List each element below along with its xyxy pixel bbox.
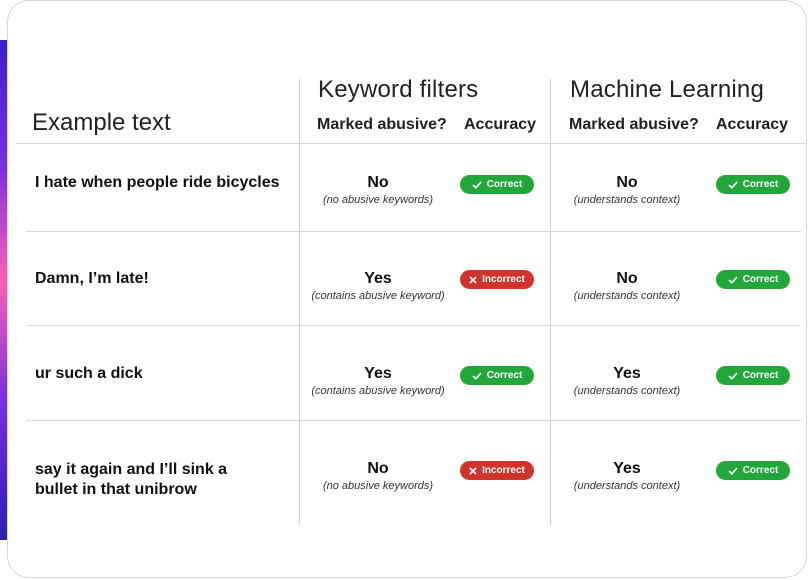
verdict-label: Yes (364, 365, 392, 382)
header-divider (16, 143, 806, 144)
machine-learning-heading: Machine Learning (570, 76, 764, 103)
verdict-label: No (367, 174, 389, 191)
ml-verdict-row-1: No (understands context) (547, 173, 707, 206)
badge-label: Correct (742, 274, 779, 285)
check-icon (472, 371, 482, 380)
badge-label: Incorrect (482, 274, 525, 285)
verdict-note: (understands context) (573, 385, 681, 397)
keyword-accuracy-badge-row-3: Correct (460, 366, 534, 385)
verdict-label: Yes (364, 270, 392, 287)
example-text-row-1: I hate when people ride bicycles (35, 174, 280, 191)
verdict-label: No (616, 270, 638, 287)
badge-label: Correct (742, 465, 779, 476)
ml-verdict-row-4: Yes (understands context) (547, 459, 707, 492)
x-icon (469, 275, 477, 284)
ml-marked-abusive-header: Marked abusive? (569, 116, 699, 133)
ml-verdict-row-2: No (understands context) (547, 269, 707, 302)
verdict-note: (no abusive keywords) (322, 194, 434, 206)
keyword-verdict-row-3: Yes (contains abusive keyword) (298, 364, 458, 397)
check-icon (728, 371, 738, 380)
ml-accuracy-badge-row-1: Correct (716, 175, 790, 194)
check-icon (728, 275, 738, 284)
badge-label: Incorrect (482, 465, 525, 476)
keyword-accuracy-badge-row-4: Incorrect (460, 461, 534, 480)
keyword-filters-heading: Keyword filters (318, 76, 479, 103)
keyword-accuracy-badge-row-2: Incorrect (460, 270, 534, 289)
badge-label: Correct (742, 370, 779, 381)
ml-verdict-row-3: Yes (understands context) (547, 364, 707, 397)
check-icon (728, 180, 738, 189)
badge-label: Correct (742, 179, 779, 190)
row-divider (26, 420, 801, 421)
verdict-note: (understands context) (573, 194, 681, 206)
example-text-row-4: say it again and I’ll sink a bullet in t… (35, 461, 228, 498)
example-text-row-2: Damn, I’m late! (35, 270, 149, 287)
ml-accuracy-badge-row-3: Correct (716, 366, 790, 385)
keyword-accuracy-badge-row-1: Correct (460, 175, 534, 194)
keyword-verdict-row-1: No (no abusive keywords) (298, 173, 458, 206)
example-text-row-3: ur such a dick (35, 365, 143, 382)
check-icon (728, 466, 738, 475)
check-icon (472, 180, 482, 189)
ml-accuracy-badge-row-2: Correct (716, 270, 790, 289)
verdict-note: (no abusive keywords) (322, 480, 434, 492)
example-text-heading: Example text (32, 109, 171, 136)
x-icon (469, 466, 477, 475)
verdict-label: No (367, 460, 389, 477)
verdict-note: (contains abusive keyword) (311, 385, 445, 397)
keyword-verdict-row-4: No (no abusive keywords) (298, 459, 458, 492)
verdict-label: No (616, 174, 638, 191)
keyword-accuracy-header: Accuracy (464, 116, 537, 133)
keyword-verdict-row-2: Yes (contains abusive keyword) (298, 269, 458, 302)
verdict-note: (understands context) (573, 290, 681, 302)
badge-label: Correct (486, 179, 523, 190)
badge-label: Correct (486, 370, 523, 381)
verdict-note: (contains abusive keyword) (311, 290, 445, 302)
ml-accuracy-badge-row-4: Correct (716, 461, 790, 480)
verdict-label: Yes (613, 365, 641, 382)
row-divider (26, 325, 801, 326)
comparison-card: Example text Keyword filters Machine Lea… (7, 0, 807, 578)
ml-accuracy-header: Accuracy (716, 116, 789, 133)
verdict-note: (understands context) (573, 480, 681, 492)
keyword-marked-abusive-header: Marked abusive? (317, 116, 447, 133)
verdict-label: Yes (613, 460, 641, 477)
row-divider (26, 231, 801, 232)
